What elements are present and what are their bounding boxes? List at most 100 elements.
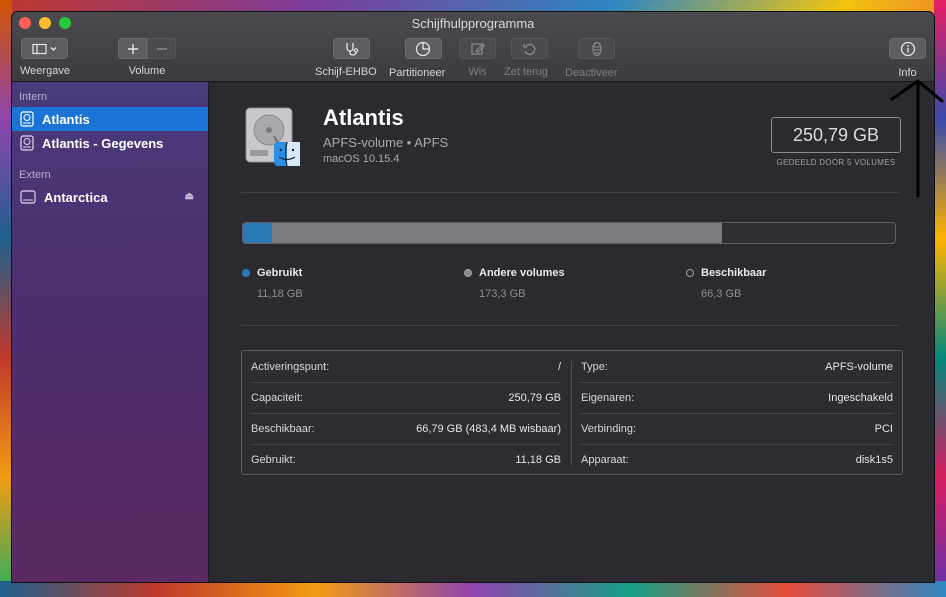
legend-label: Andere volumes (479, 267, 565, 279)
divider (241, 325, 899, 326)
unmount-button[interactable] (578, 38, 616, 59)
minus-icon (156, 47, 167, 50)
volume-name: Atlantis (323, 105, 404, 130)
view-group: Weergave (20, 38, 70, 77)
sidebar-item-label: Atlantis - Gegevens (42, 135, 164, 151)
info-row-used: Gebruikt: 11,18 GB (251, 444, 561, 475)
hard-drive-icon (245, 107, 300, 167)
internal-disk-icon (20, 135, 34, 151)
add-volume-button[interactable] (118, 38, 147, 59)
sidebar-item-atlantis-gegevens[interactable]: Atlantis - Gegevens (12, 131, 208, 155)
pie-partition-icon (415, 41, 431, 56)
sidebar-item-atlantis[interactable]: Atlantis (12, 107, 208, 131)
volume-type: APFS-volume • APFS (323, 135, 449, 150)
erase-pencil-icon (470, 42, 485, 55)
toolbar: Schijfhulpprogramma Weergave Volume Schi… (12, 12, 934, 82)
window-title: Schijfhulpprogramma (411, 16, 535, 31)
volume-group: Volume (118, 38, 176, 77)
sidebar-item-antarctica[interactable]: Antarctica ⏏ (12, 185, 208, 209)
partition-group: Partitioneer (389, 38, 445, 79)
capacity-box: 250,79 GB (771, 117, 901, 153)
info-key: Gebruikt: (251, 453, 296, 466)
internal-disk-icon (20, 111, 34, 127)
available-dot-icon (686, 269, 694, 277)
volume-segmented-control (118, 38, 176, 59)
used-dot-icon (242, 269, 250, 277)
first-aid-button[interactable] (333, 38, 371, 59)
info-row-mount-point: Activeringspunt: / (251, 351, 561, 383)
divider (241, 192, 899, 193)
info-row-device: Apparaat: disk1s5 (581, 444, 893, 475)
info-key: Verbinding: (581, 422, 637, 435)
info-row-available: Beschikbaar: 66,79 GB (483,4 MB wisbaar) (251, 413, 561, 445)
info-column-left: Activeringspunt: / Capaciteit: 250,79 GB… (242, 351, 570, 474)
restore-label: Zet terug (504, 65, 549, 78)
sidebar-section-external: Extern (19, 169, 51, 181)
sidebar-item-label: Antarctica (44, 189, 108, 205)
legend-used: Gebruikt 11,18 GB (242, 267, 303, 300)
info-key: Beschikbaar: (251, 422, 315, 435)
usage-bar-used (243, 223, 273, 243)
erase-label: Wis (468, 65, 487, 78)
volume-os: macOS 10.15.4 (323, 153, 400, 165)
erase-button[interactable] (459, 38, 496, 59)
plus-icon (127, 43, 138, 54)
info-button[interactable] (889, 38, 926, 59)
stethoscope-icon (346, 42, 359, 56)
volume-detail-pane: Atlantis APFS-volume • APFS macOS 10.15.… (209, 82, 934, 582)
first-aid-label: Schijf-EHBO (315, 65, 377, 78)
eject-icon[interactable]: ⏏ (185, 191, 194, 202)
info-icon (900, 41, 915, 56)
legend-value: 66,3 GB (701, 288, 742, 300)
external-disk-icon (20, 190, 36, 204)
usage-bar-other-volumes (272, 223, 723, 243)
view-button[interactable] (21, 38, 69, 59)
disk-utility-window: Schijfhulpprogramma Weergave Volume Schi… (12, 12, 934, 582)
remove-volume-button[interactable] (147, 38, 176, 59)
info-row-connection: Verbinding: PCI (581, 413, 893, 445)
desktop-wallpaper-left (0, 0, 12, 597)
desktop-wallpaper-bottom (0, 581, 946, 597)
annotation-arrow-icon (890, 79, 944, 198)
restore-group: Zet terug (504, 38, 548, 78)
info-value: 66,79 GB (483,4 MB wisbaar) (416, 422, 561, 435)
info-key: Type: (581, 360, 608, 373)
info-value: disk1s5 (855, 453, 893, 466)
info-key: Apparaat: (581, 453, 629, 466)
restore-arrow-icon (523, 43, 536, 55)
info-value: / (557, 360, 561, 373)
info-row-capacity: Capaciteit: 250,79 GB (251, 382, 561, 414)
info-group: Info (889, 38, 926, 79)
sidebar: Intern Atlantis Atlantis - Gegevens Exte… (12, 82, 209, 582)
unmount-label: Deactiveer (565, 66, 618, 79)
erase-group: Wis (459, 38, 496, 78)
volume-label: Volume (128, 64, 166, 77)
info-row-type: Type: APFS-volume (581, 351, 893, 383)
legend-label: Beschikbaar (701, 267, 767, 279)
unmount-icon (592, 41, 602, 56)
info-value: 11,18 GB (515, 453, 561, 466)
info-key: Capaciteit: (251, 391, 303, 404)
view-label: Weergave (20, 64, 70, 77)
info-key: Activeringspunt: (251, 360, 330, 373)
first-aid-group: Schijf-EHBO (315, 38, 377, 78)
partition-button[interactable] (404, 38, 442, 59)
volume-info-table: Activeringspunt: / Capaciteit: 250,79 GB… (241, 350, 903, 475)
sidebar-toggle-icon (32, 43, 57, 54)
usage-bar (242, 222, 896, 244)
partition-label: Partitioneer (389, 66, 446, 79)
legend-value: 11,18 GB (257, 288, 303, 300)
legend-label: Gebruikt (257, 267, 303, 279)
info-value: Ingeschakeld (828, 391, 893, 404)
legend-value: 173,3 GB (479, 288, 526, 300)
sidebar-section-internal: Intern (19, 91, 48, 103)
info-row-owners: Eigenaren: Ingeschakeld (581, 382, 893, 414)
other-volumes-dot-icon (464, 269, 472, 277)
unmount-group: Deactiveer (565, 38, 618, 79)
legend-available: Beschikbaar 66,3 GB (686, 267, 766, 300)
info-value: 250,79 GB (508, 391, 561, 404)
info-value: APFS-volume (825, 360, 893, 373)
restore-button[interactable] (510, 38, 548, 59)
info-value: PCI (874, 422, 893, 435)
info-key: Eigenaren: (581, 391, 635, 404)
